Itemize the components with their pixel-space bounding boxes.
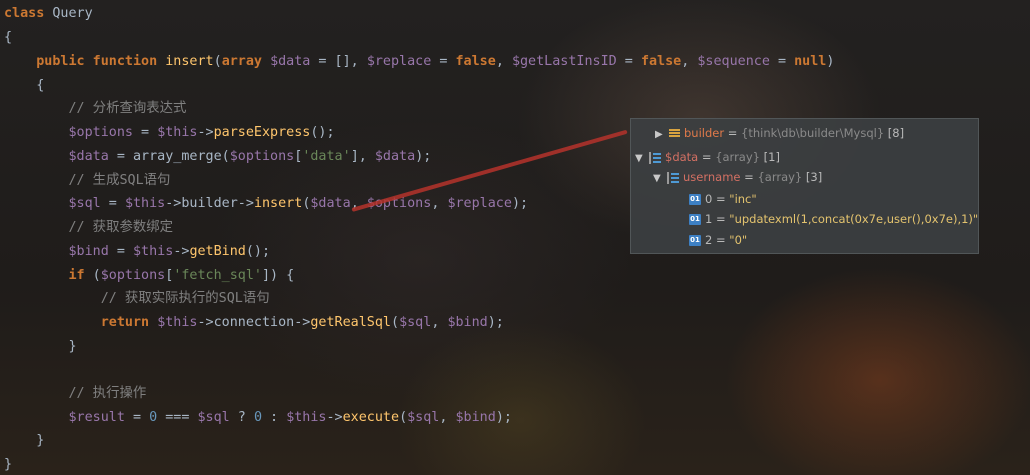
var-name: $data — [665, 150, 699, 164]
debug-row-data[interactable]: ▼ $data = {array} [1] — [635, 147, 780, 167]
equals: = — [698, 150, 716, 164]
code-line-7: $data = array_merge($options['data'], $d… — [68, 149, 432, 164]
primitive-value-icon: 01 — [689, 235, 701, 246]
var-name: builder — [684, 126, 725, 140]
code-line-18: $result = 0 === $sql ? 0 : $this->execut… — [68, 410, 512, 425]
var-count: [3] — [802, 170, 823, 184]
equals: = — [740, 170, 758, 184]
primitive-value-icon: 01 — [689, 194, 701, 205]
collapse-arrow-icon[interactable]: ▼ — [635, 149, 649, 169]
array-icon — [649, 151, 661, 164]
debug-row-builder[interactable]: ▶ builder = {think\db\builder\Mysql} [8] — [655, 123, 904, 143]
item-value: "0" — [729, 233, 748, 247]
item-value: "inc" — [729, 192, 757, 206]
array-icon — [667, 171, 679, 184]
debug-row-username[interactable]: ▼ username = {array} [3] — [653, 167, 822, 187]
code-line-5: // 分析查询表达式 — [4, 101, 187, 116]
var-type: {array} — [715, 150, 760, 164]
var-type: {array} — [757, 170, 803, 184]
equals: = — [724, 126, 742, 140]
code-line-14: return $this->connection->getRealSql($sq… — [100, 315, 504, 330]
code-line-12: if ($options['fetch_sql']) { — [68, 268, 295, 283]
equals: = — [712, 212, 730, 226]
code-line-15: } — [4, 339, 77, 354]
code-line-20: } — [4, 457, 13, 472]
code-line-6: $options = $this->parseExpress(); — [68, 125, 335, 140]
debug-row-item-0[interactable]: 01 0 = "inc" — [689, 189, 757, 209]
equals: = — [712, 233, 730, 247]
code-line-4: { — [4, 78, 45, 93]
code-line-3: public function insert(array $data = [],… — [36, 54, 835, 69]
var-count: [8] — [884, 126, 905, 140]
keyword-class: class — [4, 6, 45, 21]
code-line-8: // 生成SQL语句 — [4, 173, 171, 188]
var-name: username — [683, 170, 741, 184]
debug-row-item-2[interactable]: 01 2 = "0" — [689, 230, 747, 250]
collapse-arrow-icon[interactable]: ▼ — [653, 169, 667, 189]
field-icon — [669, 128, 680, 139]
code-line-10: // 获取参数绑定 — [4, 220, 174, 235]
var-type: {think\db\builder\Mysql} — [741, 126, 885, 140]
primitive-value-icon: 01 — [689, 214, 701, 225]
debug-row-item-1[interactable]: 01 1 = "updatexml(1,concat(0x7e,user(),0x… — [689, 209, 978, 229]
code-line-2: { — [4, 30, 13, 45]
code-line-13: // 获取实际执行的SQL语句 — [4, 291, 270, 306]
var-count: [1] — [759, 150, 780, 164]
equals: = — [712, 192, 730, 206]
code-line-1: class Query — [4, 6, 93, 21]
expand-arrow-icon[interactable]: ▶ — [655, 125, 669, 145]
code-line-9: $sql = $this->builder->insert($data, $op… — [68, 196, 529, 211]
code-line-17: // 执行操作 — [4, 386, 147, 401]
debugger-popup[interactable]: ▶ builder = {think\db\builder\Mysql} [8] … — [630, 118, 979, 254]
code-line-11: $bind = $this->getBind(); — [68, 244, 271, 259]
item-value: "updatexml(1,concat(0x7e,user(),0x7e),1)… — [729, 212, 979, 226]
code-line-19: } — [4, 433, 45, 448]
